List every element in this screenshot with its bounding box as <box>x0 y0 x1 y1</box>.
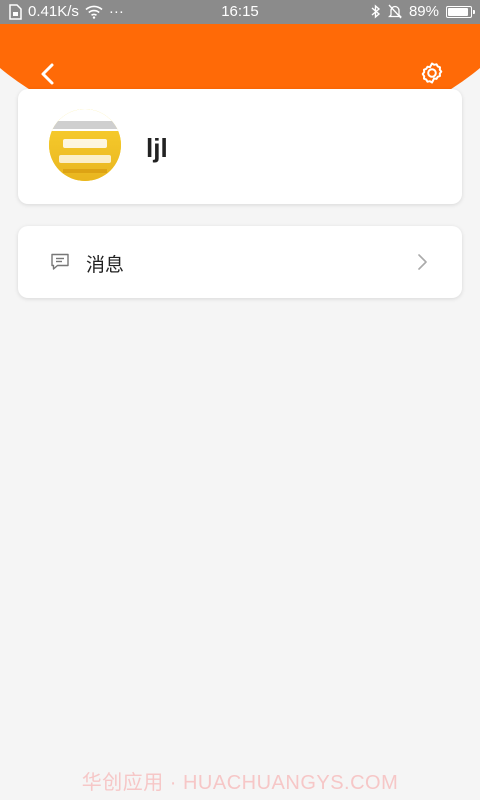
message-label: 消息 <box>86 254 125 276</box>
bell-mute-icon <box>387 4 402 19</box>
message-menu-item[interactable]: 消息 <box>18 226 462 298</box>
back-button[interactable] <box>30 56 66 92</box>
bluetooth-icon <box>371 4 381 19</box>
watermark: 华创应用 · HUACHUANGYS.COM <box>81 772 399 794</box>
message-bubble-icon <box>51 253 69 270</box>
username: ljl <box>146 133 168 163</box>
battery-level-fill <box>448 7 468 16</box>
chevron-right-icon <box>418 254 427 270</box>
profile-card[interactable]: ljl <box>18 89 462 204</box>
battery-icon <box>446 5 475 18</box>
status-bar-right: 89% <box>371 3 475 20</box>
settings-button[interactable] <box>414 56 450 92</box>
chevron-left-icon <box>41 63 54 85</box>
battery-percent: 89% <box>408 3 439 20</box>
gear-icon <box>421 62 443 84</box>
avatar[interactable] <box>49 109 121 181</box>
status-bar: 0.41K/s ··· 16:15 89% <box>0 0 480 24</box>
